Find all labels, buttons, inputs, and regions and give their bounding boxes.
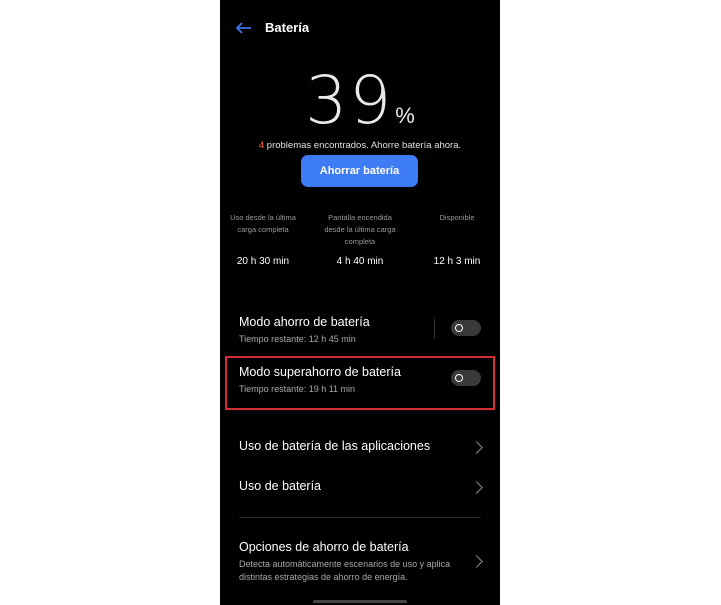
chevron-right-icon <box>470 481 483 494</box>
stat-label: Uso desde la última carga completa <box>226 212 300 236</box>
saving-options-title: Opciones de ahorro de batería <box>239 540 409 554</box>
problems-message[interactable]: 4 problemas encontrados. Ahorre batería … <box>220 140 500 151</box>
divider <box>239 517 481 518</box>
stat-available: Disponible 12 h 3 min <box>426 212 488 267</box>
battery-screen: Batería 39% 4 problemas encontrados. Aho… <box>220 0 500 605</box>
battery-percent-sign: % <box>395 103 415 128</box>
header: Batería <box>220 0 500 56</box>
battery-saver-title: Modo ahorro de batería <box>239 315 370 329</box>
stat-label: Disponible <box>426 212 488 224</box>
stat-label-line: carga completa <box>237 225 289 234</box>
highlight-box <box>225 356 495 410</box>
chevron-right-icon <box>470 441 483 454</box>
app-battery-usage-row[interactable]: Uso de batería de las aplicaciones <box>220 430 500 462</box>
page-title: Batería <box>265 20 310 35</box>
battery-saver-subtitle: Tiempo restante: 12 h 45 min <box>239 334 356 344</box>
stat-label-line: completa <box>344 237 376 246</box>
save-battery-button[interactable]: Ahorrar batería <box>301 155 418 187</box>
divider <box>434 319 435 339</box>
stat-since-charge: Uso desde la última carga completa 20 h … <box>226 212 300 267</box>
stat-label-line: Disponible <box>439 213 475 222</box>
home-indicator <box>313 600 407 603</box>
battery-usage-title: Uso de batería <box>239 479 321 493</box>
back-arrow-icon[interactable] <box>234 18 254 38</box>
battery-usage-row[interactable]: Uso de batería <box>220 470 500 502</box>
stat-value: 4 h 40 min <box>336 256 384 267</box>
battery-saver-toggle[interactable] <box>451 320 481 336</box>
chevron-right-icon <box>470 555 483 568</box>
stat-value: 12 h 3 min <box>433 256 481 267</box>
stat-label-line: Uso desde la última <box>230 213 296 222</box>
battery-percentage: 39% <box>220 62 500 139</box>
saving-options-description: Detecta automáticamente escenarios de us… <box>239 559 451 582</box>
stat-value: 20 h 30 min <box>236 256 290 267</box>
battery-saver-row[interactable]: Modo ahorro de batería Tiempo restante: … <box>220 305 500 350</box>
battery-percent-value: 39 <box>305 62 394 139</box>
stat-label-line: desde la última carga <box>324 225 396 234</box>
problems-text: problemas encontrados. Ahorre batería ah… <box>264 140 462 151</box>
app-battery-usage-title: Uso de batería de las aplicaciones <box>239 439 431 453</box>
stat-label-line: Pantalla encendida <box>328 213 392 222</box>
stat-screen-on: Pantalla encendida desde la última carga… <box>318 212 402 267</box>
stat-label: Pantalla encendida desde la última carga… <box>318 212 402 248</box>
toggle-knob <box>455 324 463 332</box>
